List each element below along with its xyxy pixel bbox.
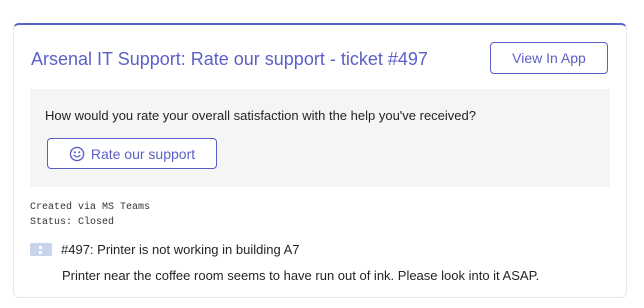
rate-support-button[interactable]: Rate our support xyxy=(47,138,217,169)
ticket-icon xyxy=(30,243,52,256)
rating-panel: How would you rate your overall satisfac… xyxy=(30,89,610,187)
created-via-text: Created via MS Teams xyxy=(30,202,151,213)
smile-icon xyxy=(69,146,85,161)
rating-question: How would you rate your overall satisfac… xyxy=(45,108,476,123)
ticket-description: Printer near the coffee room seems to ha… xyxy=(62,268,540,283)
view-in-app-button[interactable]: View In App xyxy=(490,42,608,74)
status-text: Status: Closed xyxy=(30,217,115,228)
ticket-row: #497: Printer is not working in building… xyxy=(30,242,299,257)
ticket-title: #497: Printer is not working in building… xyxy=(61,242,300,257)
ticket-card: Arsenal IT Support: Rate our support - t… xyxy=(13,23,627,298)
card-title: Arsenal IT Support: Rate our support - t… xyxy=(31,49,428,69)
rate-support-label: Rate our support xyxy=(90,145,196,162)
